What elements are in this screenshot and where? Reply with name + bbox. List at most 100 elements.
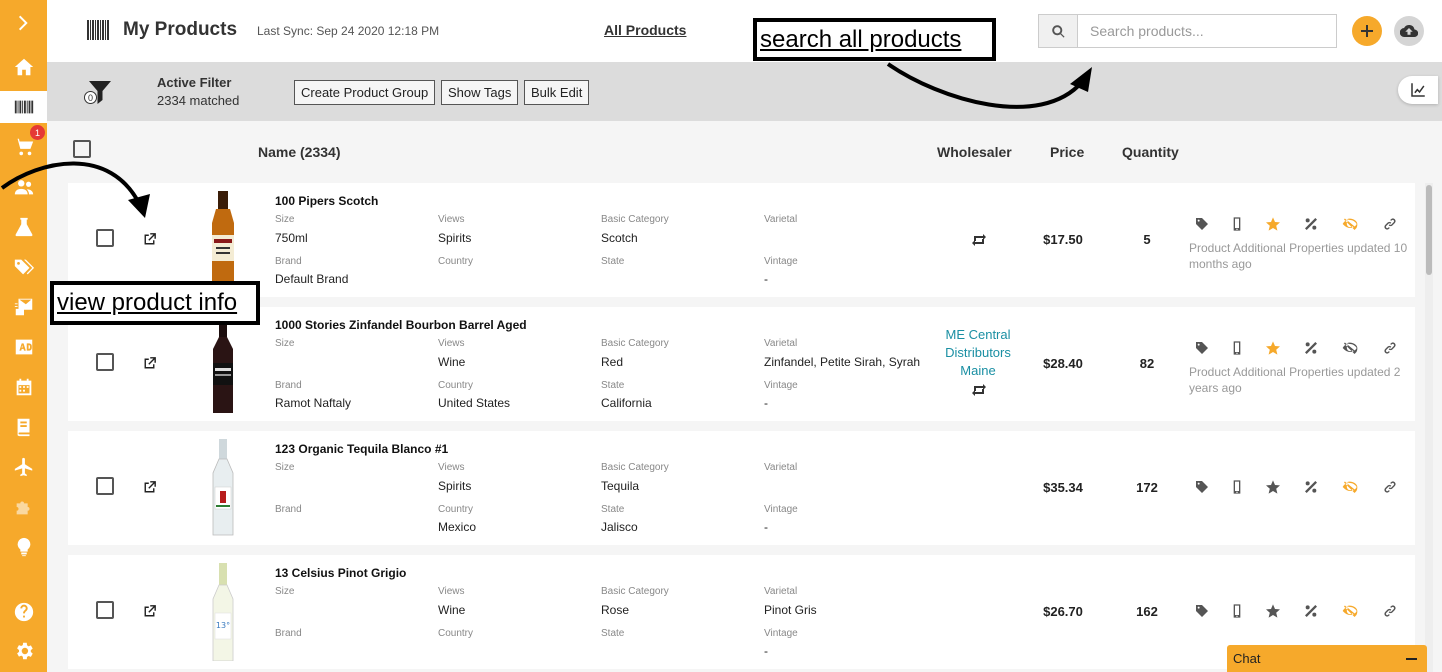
repeat-icon[interactable] bbox=[971, 383, 987, 396]
open-external-icon[interactable] bbox=[141, 231, 158, 248]
flask-icon[interactable] bbox=[0, 211, 47, 243]
chat-widget[interactable]: Chat bbox=[1227, 645, 1427, 672]
column-quantity[interactable]: Quantity bbox=[1122, 144, 1179, 160]
open-external-icon[interactable] bbox=[141, 603, 158, 620]
star-icon[interactable] bbox=[1265, 479, 1281, 495]
puzzle-icon[interactable] bbox=[0, 491, 47, 523]
vintage-label: Vintage bbox=[764, 628, 798, 639]
scrollbar[interactable] bbox=[1425, 183, 1433, 672]
column-price[interactable]: Price bbox=[1050, 144, 1084, 160]
row-checkbox[interactable] bbox=[96, 601, 114, 619]
search-icon bbox=[1051, 24, 1065, 38]
star-icon[interactable] bbox=[1265, 216, 1281, 232]
percent-icon[interactable] bbox=[1303, 603, 1319, 619]
scrollbar-thumb[interactable] bbox=[1426, 185, 1432, 275]
row-checkbox[interactable] bbox=[96, 477, 114, 495]
tag-icon[interactable] bbox=[1194, 603, 1210, 619]
search-input[interactable] bbox=[1078, 15, 1336, 47]
plane-icon[interactable] bbox=[0, 451, 47, 483]
bulk-edit-button[interactable]: Bulk Edit bbox=[524, 80, 590, 105]
size-value: 750ml bbox=[275, 231, 308, 245]
hidden-eye-icon[interactable] bbox=[1342, 340, 1358, 356]
varietal-value: Pinot Gris bbox=[764, 603, 817, 617]
link-icon[interactable] bbox=[1382, 340, 1398, 356]
tags-icon[interactable] bbox=[0, 251, 47, 283]
varietal-label: Varietal bbox=[764, 462, 798, 473]
size-label: Size bbox=[275, 338, 295, 349]
svg-text:13°: 13° bbox=[216, 621, 230, 630]
mobile-icon[interactable] bbox=[1229, 340, 1245, 356]
ad-icon[interactable] bbox=[0, 331, 47, 363]
column-wholesaler[interactable]: Wholesaler bbox=[937, 144, 1012, 160]
category-label: Basic Category bbox=[601, 462, 669, 473]
brand-label: Brand bbox=[275, 256, 302, 267]
tag-icon[interactable] bbox=[1194, 216, 1210, 232]
expand-sidebar-icon[interactable] bbox=[0, 7, 47, 39]
star-icon[interactable] bbox=[1265, 340, 1281, 356]
views-value: Wine bbox=[438, 355, 466, 369]
mail-icon[interactable] bbox=[0, 291, 47, 323]
home-icon[interactable] bbox=[0, 51, 47, 83]
mobile-icon[interactable] bbox=[1229, 216, 1245, 232]
product-name[interactable]: 13 Celsius Pinot Grigio bbox=[275, 566, 406, 580]
select-all-checkbox[interactable] bbox=[73, 140, 91, 158]
varietal-label: Varietal bbox=[764, 338, 798, 349]
table-row[interactable]: 1000 Stories Zinfandel Bourbon Barrel Ag… bbox=[68, 307, 1415, 421]
hidden-eye-icon[interactable] bbox=[1342, 216, 1358, 232]
hidden-eye-icon[interactable] bbox=[1342, 603, 1358, 619]
column-name[interactable]: Name (2334) bbox=[258, 144, 341, 160]
repeat-icon[interactable] bbox=[971, 233, 987, 246]
link-icon[interactable] bbox=[1382, 216, 1398, 232]
table-row[interactable]: 13° 13 Celsius Pinot Grigio Size Views W… bbox=[68, 555, 1415, 669]
views-label: Views bbox=[438, 462, 465, 473]
tag-icon[interactable] bbox=[1194, 479, 1210, 495]
table-row[interactable]: 100 Pipers Scotch Size 750ml Views Spiri… bbox=[68, 183, 1415, 297]
mobile-icon[interactable] bbox=[1229, 479, 1245, 495]
product-name[interactable]: 100 Pipers Scotch bbox=[275, 194, 378, 208]
book-icon[interactable] bbox=[0, 411, 47, 443]
filter-bar: 0 Active Filter 2334 matched Create Prod… bbox=[47, 62, 1442, 121]
last-sync: Last Sync: Sep 24 2020 12:18 PM bbox=[257, 24, 440, 38]
cloud-upload-icon bbox=[1400, 25, 1418, 38]
lightbulb-icon[interactable] bbox=[0, 531, 47, 563]
vintage-label: Vintage bbox=[764, 504, 798, 515]
row-checkbox[interactable] bbox=[96, 353, 114, 371]
analytics-button[interactable] bbox=[1398, 76, 1438, 104]
quantity: 82 bbox=[1139, 356, 1155, 371]
row-checkbox[interactable] bbox=[96, 229, 114, 247]
calendar-icon[interactable] bbox=[0, 371, 47, 403]
cart-icon[interactable]: 1 bbox=[0, 125, 47, 163]
link-icon[interactable] bbox=[1382, 603, 1398, 619]
hidden-eye-icon[interactable] bbox=[1342, 479, 1358, 495]
product-name[interactable]: 1000 Stories Zinfandel Bourbon Barrel Ag… bbox=[275, 318, 527, 332]
annotation-search: search all products bbox=[753, 18, 996, 61]
users-icon[interactable] bbox=[0, 171, 47, 203]
open-external-icon[interactable] bbox=[141, 479, 158, 496]
mobile-icon[interactable] bbox=[1229, 603, 1245, 619]
add-product-button[interactable] bbox=[1352, 16, 1382, 46]
wholesaler-link[interactable]: ME Central Distributors Maine bbox=[938, 326, 1018, 380]
minimize-icon[interactable] bbox=[1406, 657, 1417, 660]
star-icon[interactable] bbox=[1265, 603, 1281, 619]
views-label: Views bbox=[438, 338, 465, 349]
views-label: Views bbox=[438, 586, 465, 597]
barcode-icon[interactable] bbox=[0, 91, 47, 123]
product-name[interactable]: 123 Organic Tequila Blanco #1 bbox=[275, 442, 448, 456]
cloud-upload-button[interactable] bbox=[1394, 16, 1424, 46]
category-value: Rose bbox=[601, 603, 630, 617]
gear-icon[interactable] bbox=[0, 635, 47, 667]
show-tags-button[interactable]: Show Tags bbox=[441, 80, 519, 105]
tag-icon[interactable] bbox=[1194, 340, 1210, 356]
percent-icon[interactable] bbox=[1303, 340, 1319, 356]
quantity: 172 bbox=[1136, 480, 1158, 495]
percent-icon[interactable] bbox=[1303, 479, 1319, 495]
open-external-icon[interactable] bbox=[141, 355, 158, 372]
create-product-group-button[interactable]: Create Product Group bbox=[294, 80, 436, 105]
percent-icon[interactable] bbox=[1303, 216, 1319, 232]
help-icon[interactable] bbox=[0, 596, 47, 628]
all-products-link[interactable]: All Products bbox=[604, 22, 686, 38]
table-row[interactable]: 123 Organic Tequila Blanco #1 Size Views… bbox=[68, 431, 1415, 545]
link-icon[interactable] bbox=[1382, 479, 1398, 495]
plus-icon bbox=[1361, 25, 1373, 37]
search-button[interactable] bbox=[1039, 15, 1078, 47]
